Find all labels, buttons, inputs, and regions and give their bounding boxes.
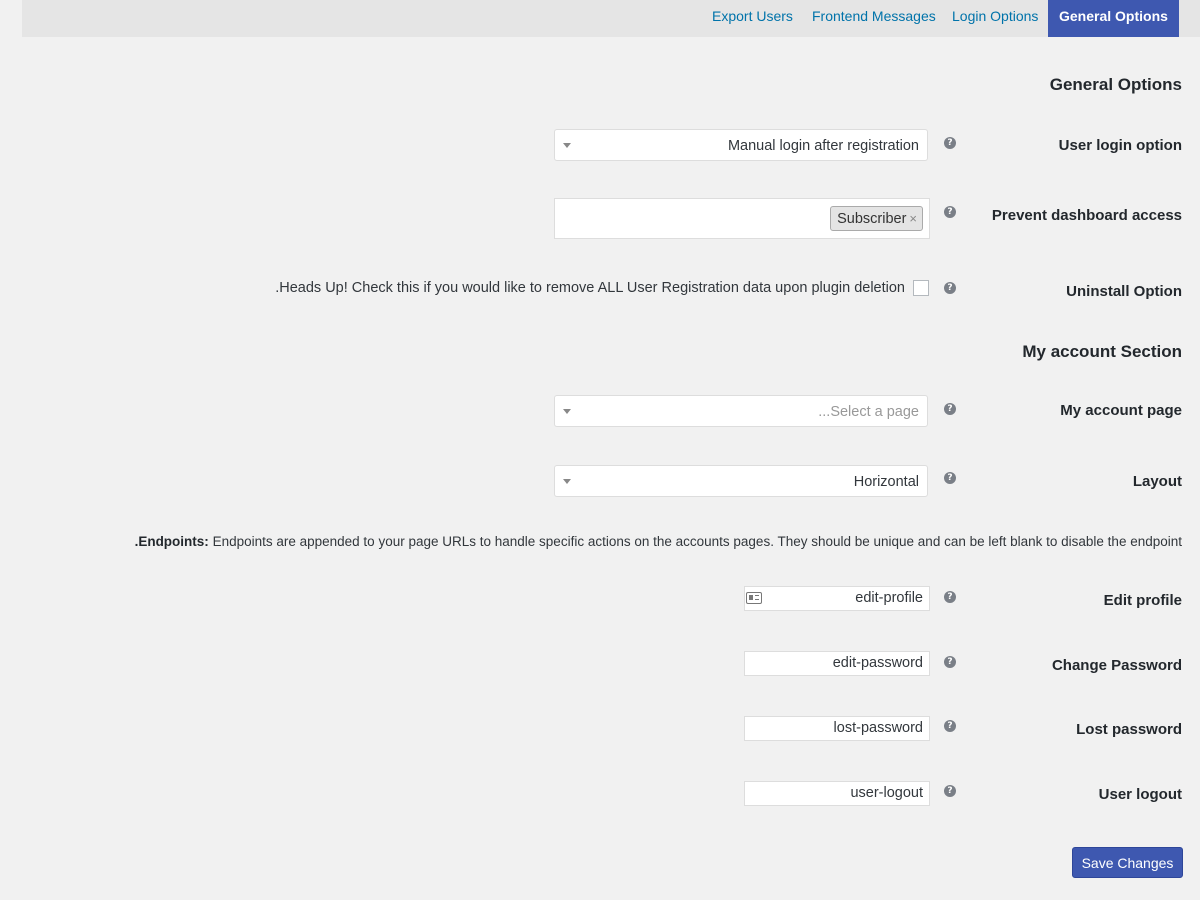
endpoints-note-bold: .Endpoints: <box>134 534 209 549</box>
prevent-dashboard-access-label: Prevent dashboard access <box>991 207 1182 224</box>
tab-export-users[interactable]: Export Users <box>712 0 793 37</box>
user-logout-value: user-logout <box>850 785 923 801</box>
change-password-label: Change Password <box>1051 657 1182 674</box>
uninstall-description: .Heads Up! Check this if you would like … <box>275 280 905 296</box>
user-login-option-select[interactable]: Manual login after registration <box>554 129 928 161</box>
help-icon[interactable]: ? <box>944 282 956 294</box>
dropdown-arrow-icon <box>563 143 571 148</box>
edit-profile-label: Edit profile <box>1103 592 1182 609</box>
dropdown-arrow-icon <box>563 479 571 484</box>
general-options-heading: General Options <box>1049 75 1182 94</box>
remove-chip-icon[interactable]: × <box>909 211 917 226</box>
layout-select[interactable]: Horizontal <box>554 465 928 497</box>
help-icon[interactable]: ? <box>944 591 956 603</box>
edit-profile-value: edit-profile <box>855 590 923 606</box>
my-account-section-heading: My account Section <box>1022 342 1182 361</box>
help-icon[interactable]: ? <box>944 785 956 797</box>
contact-card-icon <box>746 592 762 604</box>
tab-frontend-messages[interactable]: Frontend Messages <box>812 0 936 37</box>
help-icon[interactable]: ? <box>944 472 956 484</box>
my-account-page-select[interactable]: ...Select a page <box>554 395 928 427</box>
role-chip-label: Subscriber <box>837 211 907 227</box>
role-chip-subscriber: Subscriber × <box>830 206 923 231</box>
layout-value: Horizontal <box>853 474 919 490</box>
help-icon[interactable]: ? <box>944 656 956 668</box>
layout-label: Layout <box>1132 473 1182 490</box>
lost-password-input[interactable]: lost-password <box>744 716 930 741</box>
lost-password-value: lost-password <box>833 720 923 736</box>
uninstall-checkbox[interactable] <box>913 280 929 296</box>
endpoints-description: .Endpoints: Endpoints are appended to yo… <box>135 534 1182 549</box>
help-icon[interactable]: ? <box>944 137 956 149</box>
help-icon[interactable]: ? <box>944 403 956 415</box>
change-password-input[interactable]: edit-password <box>744 651 930 676</box>
user-logout-label: User logout <box>1098 786 1182 803</box>
tab-login-options[interactable]: Login Options <box>952 0 1038 37</box>
user-login-option-value: Manual login after registration <box>727 138 919 154</box>
help-icon[interactable]: ? <box>944 720 956 732</box>
dropdown-arrow-icon <box>563 409 571 414</box>
tab-general-options[interactable]: General Options <box>1048 0 1179 37</box>
uninstall-option-label: Uninstall Option <box>1066 283 1182 300</box>
edit-profile-input[interactable]: edit-profile <box>744 586 930 611</box>
save-changes-button[interactable]: Save Changes <box>1072 847 1183 878</box>
prevent-dashboard-access-select[interactable]: Subscriber × <box>554 198 930 239</box>
my-account-page-placeholder: ...Select a page <box>818 404 919 420</box>
user-login-option-label: User login option <box>1058 137 1182 154</box>
help-icon[interactable]: ? <box>944 206 956 218</box>
my-account-page-label: My account page <box>1060 402 1182 419</box>
lost-password-label: Lost password <box>1076 721 1182 738</box>
user-logout-input[interactable]: user-logout <box>744 781 930 806</box>
endpoints-note-text: Endpoints are appended to your page URLs… <box>208 534 1182 549</box>
change-password-value: edit-password <box>832 655 923 671</box>
